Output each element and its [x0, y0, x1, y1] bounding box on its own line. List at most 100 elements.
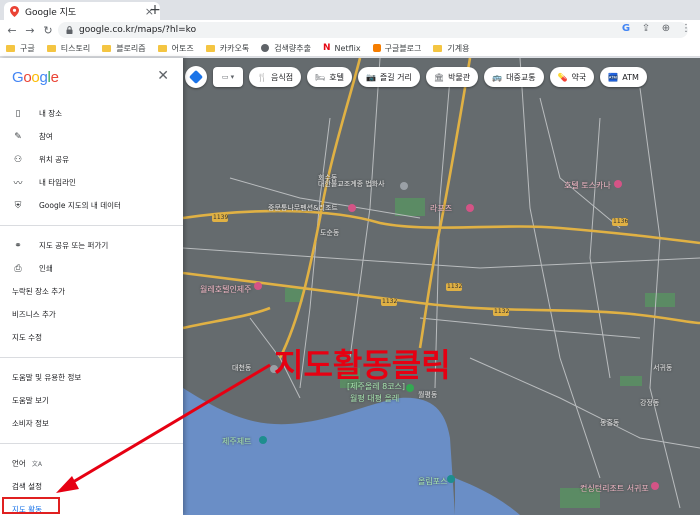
blogger-icon	[372, 44, 381, 52]
hotel-icon: 🛏	[315, 72, 326, 82]
tab-google-maps[interactable]: Google 지도 ×	[4, 2, 160, 20]
map-label-hoeso: 회수동	[318, 174, 338, 182]
bookmark-item[interactable]: 구글	[6, 43, 35, 54]
link-icon: ⚭	[14, 240, 22, 251]
location-share-icon: ⚇	[13, 154, 23, 165]
translate-icon: 文A	[31, 461, 42, 468]
print-icon: ⎙	[14, 263, 22, 274]
bookmark-item[interactable]: N Netflix	[323, 43, 361, 53]
share-icon[interactable]: ⇪	[640, 23, 652, 34]
url-text: google.co.kr/maps/?hl=ko	[79, 25, 197, 35]
bookmark-item[interactable]: 검색량추출	[261, 43, 311, 54]
map-label-yakcheonsa[interactable]: 월평 대평 올레	[350, 393, 399, 404]
close-icon[interactable]: ✕	[157, 68, 169, 84]
pharmacy-icon: 💊	[557, 72, 568, 82]
map-label-lapo[interactable]: 라포즈	[430, 203, 452, 214]
tab-strip: Google 지도 × +	[0, 0, 700, 20]
folder-icon	[157, 44, 167, 52]
folder-icon	[102, 44, 112, 52]
bookmark-item[interactable]: 기계용	[433, 43, 470, 54]
google-translate-icon[interactable]: G	[620, 23, 632, 34]
restaurant-icon: 🍴	[257, 72, 267, 82]
menu-item-tips[interactable]: 도움말 및 유용한 정보	[0, 366, 183, 389]
menu-item-add-missing-place[interactable]: 누락된 장소 추가	[0, 280, 183, 303]
map-label-seogwi: 서귀동	[653, 364, 673, 372]
camera-icon: 📷	[365, 72, 376, 82]
lock-icon	[66, 26, 73, 34]
extensions-icon[interactable]: ⊕	[660, 23, 672, 34]
map-label-dosun: 도순동	[320, 229, 340, 237]
bookmarks-bar: 구글 티스토리 블로리즘 어토즈 카카오톡 검색량추출 N Netflix 구글블…	[0, 40, 700, 57]
forward-icon[interactable]: →	[24, 24, 36, 37]
menu-item-location-sharing[interactable]: ⚇ 위치 공유	[0, 148, 183, 171]
menu-item-edit-map[interactable]: 지도 수정	[0, 326, 183, 349]
menu-item-my-places[interactable]: ▯ 내 장소	[0, 102, 183, 125]
menu-divider	[0, 443, 183, 444]
map-label-city-resort[interactable]: 컨싱턴리조트 서귀포	[580, 483, 649, 494]
bookmark-item[interactable]: 어토즈	[157, 43, 194, 54]
folder-icon	[46, 44, 56, 52]
folder-icon	[433, 44, 443, 52]
category-transit-button[interactable]: 🚌 대중교통	[484, 67, 544, 87]
road-number: 1132	[494, 308, 510, 315]
road-number: 1132	[447, 283, 463, 290]
menu-item-language[interactable]: 언어 文A	[0, 452, 183, 475]
category-restaurants-button[interactable]: 🍴 음식점	[249, 67, 302, 87]
new-tab-button[interactable]: +	[148, 2, 162, 18]
menu-divider	[0, 357, 183, 358]
map-label-woljeong: 월평동	[418, 391, 438, 399]
map-label-gangjeong: 강정동	[640, 399, 660, 407]
menu-item-search-settings[interactable]: 검색 설정	[0, 475, 183, 498]
map-label-wolpyeong[interactable]: 올림포스	[418, 476, 447, 487]
map-label-hotel-jeju[interactable]: 월레호텔인제주	[200, 284, 252, 295]
category-pharmacy-button[interactable]: 💊 약국	[549, 67, 595, 87]
sea-area	[183, 388, 455, 515]
back-icon[interactable]: ←	[6, 24, 18, 37]
directions-button[interactable]	[185, 66, 207, 88]
category-hotels-button[interactable]: 🛏 호텔	[307, 67, 352, 87]
menu-item-print[interactable]: ⎙ 인쇄	[0, 257, 183, 280]
bookmark-item[interactable]: 구글블로그	[372, 43, 421, 54]
map-label-daecheon[interactable]: 대천동	[232, 363, 251, 373]
map-category-bar: ▭ ▾ 🍴 음식점 🛏 호텔 📷 즐길 거리 🏛 박물관 🚌 대중교통 💊 약국 🏧 ATM	[185, 66, 647, 88]
bookmark-item[interactable]: 카카오톡	[205, 43, 249, 54]
globe-icon	[261, 44, 270, 52]
menu-divider	[0, 225, 183, 226]
folder-icon	[205, 44, 215, 52]
menu-item-add-business[interactable]: 비즈니스 추가	[0, 303, 183, 326]
menu-item-share-map[interactable]: ⚭ 지도 공유 또는 퍼가기	[0, 234, 183, 257]
map-label-jeju-ocean[interactable]: 제주제트	[222, 436, 251, 447]
menu-item-contribute[interactable]: ✎ 참여	[0, 125, 183, 148]
menu-item-my-data[interactable]: ⛨ Google 지도의 내 데이터	[0, 194, 183, 217]
directions-icon	[188, 69, 204, 85]
menu-item-consumer-info[interactable]: 소비자 정보	[0, 412, 183, 435]
google-maps-icon	[10, 6, 19, 17]
address-bar[interactable]: google.co.kr/maps/?hl=ko	[58, 22, 688, 38]
category-museums-button[interactable]: 🏛 박물관	[425, 67, 479, 87]
contribute-icon: ✎	[14, 131, 22, 142]
browser-menu-icon[interactable]: ⋮	[680, 23, 692, 34]
map-label-hotel-toscana[interactable]: 호텔 토스카나	[564, 180, 611, 191]
park-area	[645, 293, 675, 307]
park-area	[620, 376, 642, 386]
tab-title: Google 지도	[25, 7, 77, 18]
bookmark-item[interactable]: 블로리즘	[102, 43, 146, 54]
menu-item-timeline[interactable]: 〰 내 타임라인	[0, 171, 183, 194]
folder-icon	[6, 44, 15, 52]
bookmark-item[interactable]: 티스토리	[46, 43, 90, 54]
timeline-icon: 〰	[13, 179, 23, 189]
museum-icon: 🏛	[433, 72, 445, 82]
park-area	[395, 198, 425, 216]
road-number: 1136	[613, 218, 629, 225]
shield-icon: ⛨	[14, 200, 22, 211]
bookmark-icon: ▯	[15, 108, 21, 119]
netflix-icon: N	[323, 43, 331, 53]
category-attractions-button[interactable]: 📷 즐길 거리	[357, 67, 420, 87]
atm-icon: 🏧	[608, 72, 619, 82]
browser-window: Google 지도 × + ← → ↻ google.co.kr/maps/?h…	[0, 0, 700, 515]
reload-icon[interactable]: ↻	[42, 24, 54, 37]
category-atm-button[interactable]: 🏧 ATM	[600, 67, 647, 87]
layers-button[interactable]: ▭ ▾	[213, 67, 243, 87]
map-label-jungmun[interactable]: 중문통나무펜션&리조트	[268, 203, 338, 213]
menu-item-help[interactable]: 도움말 보기	[0, 389, 183, 412]
